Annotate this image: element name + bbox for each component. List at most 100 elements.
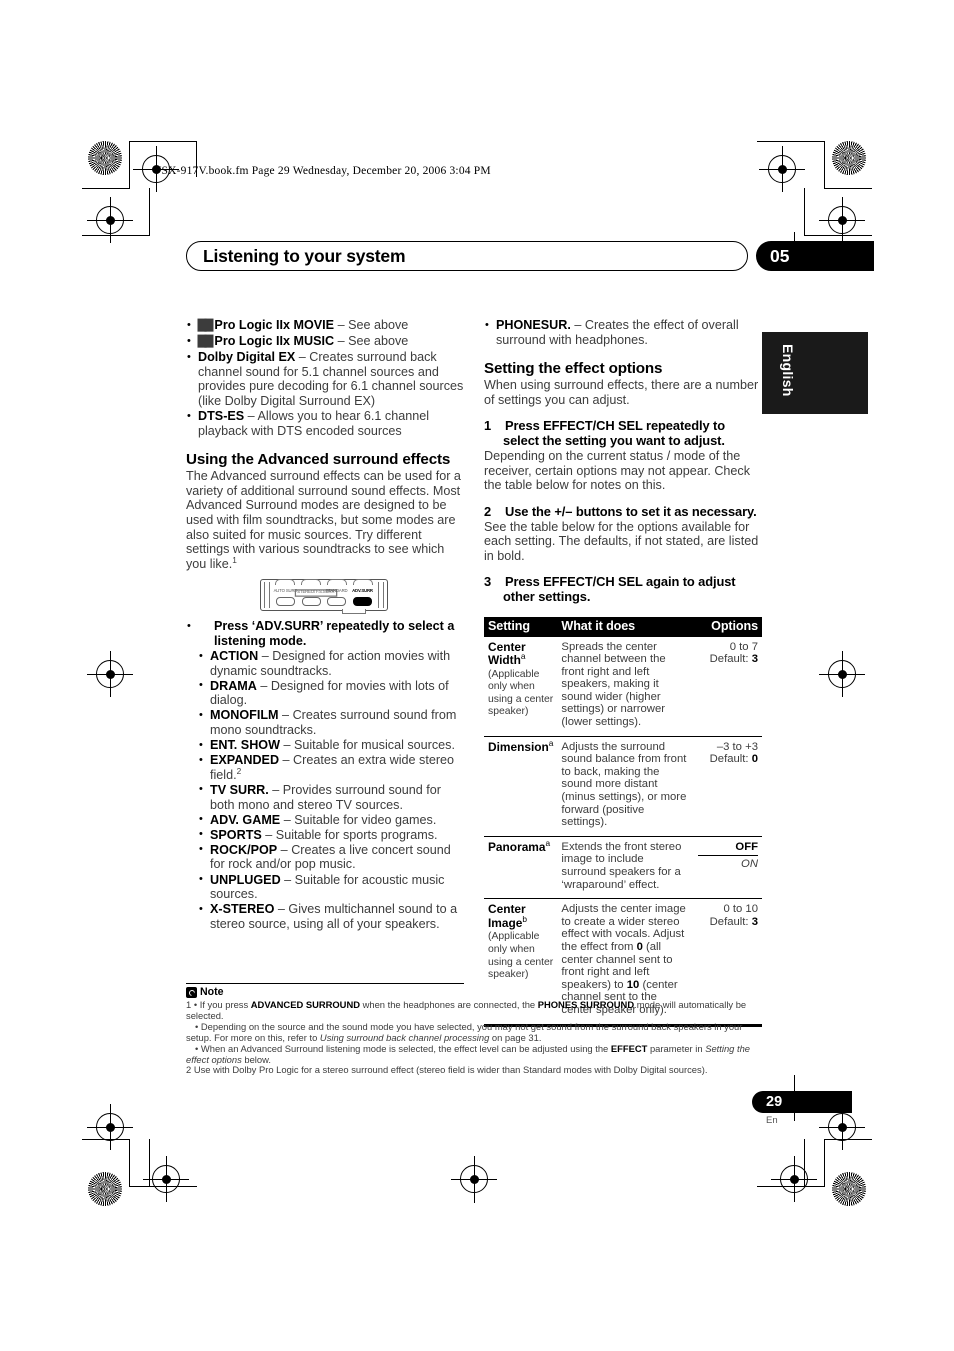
registration-star-top-right (832, 141, 866, 175)
file-header-stamp: VSX-917V.book.fm Page 29 Wednesday, Dece… (153, 165, 491, 177)
options-default-value: 3 (751, 653, 758, 666)
footnote-ref: 1 (232, 554, 237, 565)
crop-mark (82, 188, 130, 189)
page-title-bar: Listening to your system (186, 241, 748, 271)
chapter-badge: 05 (756, 241, 874, 271)
registration-mark-right-middle (819, 651, 865, 697)
list-item: PHONESUR. – Creates the effect of overal… (484, 317, 762, 347)
note-text: below. (241, 1053, 271, 1065)
note-text: when the headphones are connected, the (359, 999, 538, 1010)
cell-options: –3 to +3 Default: 0 (694, 736, 762, 837)
note-emphasis: PHONES SURROUND (537, 999, 635, 1010)
list-item: ENT. SHOW – Suitable for musical sources… (198, 738, 464, 753)
instruction-list: Press ‘ADV.SURR’ repeatedly to select a … (186, 619, 464, 648)
step-title-text: Press EFFECT/CH SEL again to adjust othe… (503, 574, 736, 605)
list-item-term: ROCK/POP (210, 842, 278, 857)
list-item-term: SPORTS (210, 827, 262, 842)
crop-mark (824, 1139, 872, 1140)
list-item: Press ‘ADV.SURR’ repeatedly to select a … (186, 619, 464, 648)
registration-star-bottom-right (832, 1172, 866, 1206)
list-item-term: PHONESUR. (496, 318, 571, 332)
note-divider (186, 983, 464, 984)
options-range: 0 to 7 (729, 640, 758, 653)
options-range: –3 to +3 (716, 740, 758, 753)
setting-name: Dimension (488, 739, 549, 754)
cell-setting: Center Widtha (Applicable only when usin… (484, 636, 558, 737)
note-header: Note (186, 987, 761, 998)
crop-mark (804, 235, 872, 236)
language-tab: English (762, 332, 868, 414)
effect-options-table: Setting What it does Options Center Widt… (484, 616, 762, 1024)
list-item-term: X-STEREO (210, 902, 275, 917)
list-item-term: MONOFILM (210, 708, 279, 723)
registration-star-bottom-left (88, 1172, 122, 1206)
column-header-what-it-does: What it does (557, 616, 695, 637)
list-item-desc: – Suitable for musical sources. (279, 738, 455, 753)
list-item-term: DRAMA (210, 678, 257, 693)
page-title: Listening to your system (203, 246, 406, 266)
language-tab-label: English (780, 344, 796, 397)
note-item-4: 2 Use with Dolby Pro Logic for a stereo … (186, 1064, 761, 1076)
page-number-badge: 29 (752, 1091, 852, 1113)
step-2-title: 2 Use the +/– buttons to set it as neces… (484, 503, 762, 520)
section-body-text: The Advanced surround effects can be use… (186, 469, 461, 571)
dolby-symbol-icon: ██ (197, 335, 214, 349)
options-alternate-value: ON (741, 858, 758, 871)
note-icon (186, 987, 197, 998)
remote-button-cap (327, 596, 347, 606)
list-item-term: UNPLUGED (210, 872, 281, 887)
list-item: DRAMA – Designed for movies with lots of… (198, 678, 464, 708)
table-row: Dimensiona Adjusts the surround sound ba… (484, 736, 762, 837)
list-item-term: ADV. GAME (210, 812, 281, 827)
cell-description: Extends the front stereo image to includ… (557, 836, 695, 900)
setting-name: Center Image (488, 902, 526, 930)
left-column: ██ Pro Logic IIx MOVIE – See above ██ Pr… (186, 318, 464, 932)
list-item-desc: – See above (334, 334, 409, 349)
list-item-term: ENT. SHOW (210, 738, 280, 753)
registration-mark-right-lower (819, 1104, 865, 1150)
remote-button-row: AUTO SURR STEREO/ F.S.SURR STANDARD ADV.… (273, 582, 375, 608)
note-emphasis: EFFECT (610, 1042, 648, 1054)
section-body-effect-options: When using surround effects, there are a… (484, 378, 759, 407)
step-1-body: Depending on the current status / mode o… (484, 448, 751, 493)
remote-button-cap-highlighted (352, 596, 372, 606)
crop-mark (82, 235, 150, 236)
registration-mark-left-middle (87, 651, 133, 697)
cell-setting: Dimensiona (484, 736, 558, 837)
remote-button-standard: STANDARD (324, 582, 349, 608)
list-item: Dolby Digital EX – Creates surround back… (186, 350, 464, 408)
remote-button-cap (276, 596, 295, 606)
note-text: Use with Dolby Pro Logic for a stereo su… (193, 1064, 708, 1076)
list-item-desc: – Suitable for sports programs. (261, 827, 438, 842)
setting-note: (Applicable only when using a center spe… (488, 668, 554, 718)
remote-rail-left (264, 582, 270, 609)
remote-rail-right (378, 582, 384, 609)
list-item: ROCK/POP – Creates a live concert sound … (198, 842, 464, 872)
dolby-symbol-icon: ██ (197, 319, 214, 332)
registration-star-top-left (88, 141, 122, 175)
registration-mark-left-upper (87, 197, 133, 243)
column-header-setting: Setting (484, 616, 558, 637)
list-item: ADV. GAME – Suitable for video games. (198, 812, 464, 828)
crop-mark (149, 188, 150, 236)
options-default-label: Default: (709, 915, 752, 928)
remote-control-illustration: AUTO SURR STEREO/ F.S.SURR STANDARD ADV.… (260, 579, 388, 615)
list-item: ██ Pro Logic IIx MOVIE – See above (186, 318, 464, 334)
options-range: 0 to 10 (723, 903, 758, 916)
table-header-row: Setting What it does Options (484, 616, 762, 637)
list-item-term: EXPANDED (210, 753, 280, 768)
note-item-2: • Depending on the source and the sound … (186, 1021, 761, 1044)
crop-mark (804, 188, 805, 236)
footnote-ref: b (522, 914, 527, 925)
note-emphasis: ADVANCED SURROUND (250, 999, 360, 1010)
note-text: • When an Advanced Surround listening mo… (195, 1042, 611, 1054)
options-default-value: 3 (751, 915, 758, 928)
step-number: 2 (484, 503, 492, 519)
step-title-text: Use the +/– buttons to set it as necessa… (505, 503, 757, 519)
crop-mark (474, 1179, 475, 1203)
section-heading-effect-options: Setting the effect options (484, 360, 663, 378)
crop-mark (129, 1139, 130, 1187)
list-item: MONOFILM – Creates surround sound from m… (198, 708, 464, 737)
page-number-suffix: En (766, 1115, 778, 1126)
footnote-ref: a (520, 651, 526, 662)
